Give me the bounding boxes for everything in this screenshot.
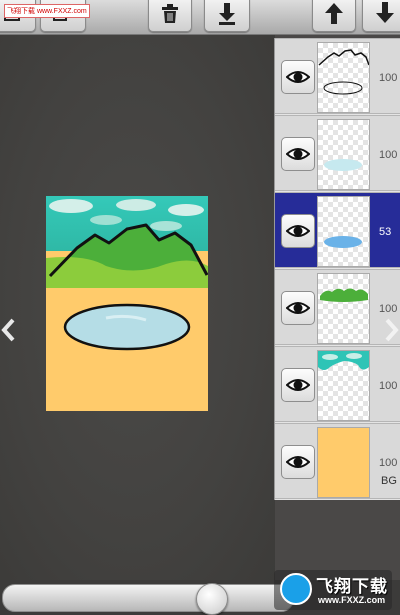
eye-icon [286, 225, 310, 237]
trash-icon [162, 4, 178, 23]
zoom-slider-track[interactable] [2, 584, 294, 612]
delete-layer-button[interactable] [148, 0, 192, 32]
merge-down-button[interactable] [204, 0, 250, 32]
layer-visibility-toggle[interactable] [281, 368, 315, 402]
layer-row-2[interactable]: 100 [275, 115, 400, 191]
layer-opacity: 100 [379, 457, 398, 469]
layer-thumbnail [317, 42, 370, 113]
move-layer-up-button[interactable] [312, 0, 356, 32]
layer-visibility-toggle[interactable] [281, 445, 315, 479]
next-arrow-icon[interactable] [384, 316, 400, 344]
layer-name: BG [381, 475, 397, 487]
layer-opacity: 100 [379, 72, 398, 84]
layer-visibility-toggle[interactable] [281, 214, 315, 248]
eye-icon [286, 302, 310, 314]
eye-icon [286, 148, 310, 160]
layer-visibility-toggle[interactable] [281, 60, 315, 94]
layer-visibility-toggle[interactable] [281, 291, 315, 325]
logo-url: www.FXXZ.com [318, 595, 386, 605]
layer-opacity: 100 [379, 380, 398, 392]
logo-title: 飞翔下载 [316, 577, 388, 596]
watermark-text: 飞翔下载 www.FXXZ.com [4, 4, 90, 18]
layer-row-1[interactable]: 100 [275, 38, 400, 114]
layer-row-5[interactable]: 100 [275, 346, 400, 422]
drawing-canvas[interactable] [46, 196, 209, 411]
eye-icon [286, 379, 310, 391]
layer-row-bg[interactable]: 100 BG [275, 423, 400, 499]
arrow-up-icon [325, 3, 343, 24]
layer-thumbnail [317, 427, 370, 498]
eye-icon [286, 71, 310, 83]
eye-icon [286, 456, 310, 468]
layer-thumbnail [317, 273, 370, 344]
arrow-down-bar-icon [219, 3, 235, 25]
layer-row-3-selected[interactable]: 53 [275, 192, 400, 268]
watermark-logo: 飞翔下载 www.FXXZ.com [274, 570, 392, 610]
layer-opacity: 53 [379, 226, 392, 238]
layer-thumbnail [317, 350, 370, 421]
arrow-down-icon [376, 2, 394, 23]
logo-icon [280, 573, 312, 605]
previous-arrow-icon[interactable] [0, 316, 16, 344]
canvas-artwork [46, 196, 209, 411]
layers-panel: 100 100 53 100 100 100 BG [274, 38, 400, 500]
layer-opacity: 100 [379, 149, 398, 161]
move-layer-down-button[interactable] [362, 0, 400, 32]
zoom-slider-handle[interactable] [196, 583, 228, 615]
layer-opacity: 100 [379, 303, 398, 315]
layer-row-4[interactable]: 100 [275, 269, 400, 345]
layer-thumbnail [317, 119, 370, 190]
layer-thumbnail [317, 196, 370, 267]
layer-visibility-toggle[interactable] [281, 137, 315, 171]
